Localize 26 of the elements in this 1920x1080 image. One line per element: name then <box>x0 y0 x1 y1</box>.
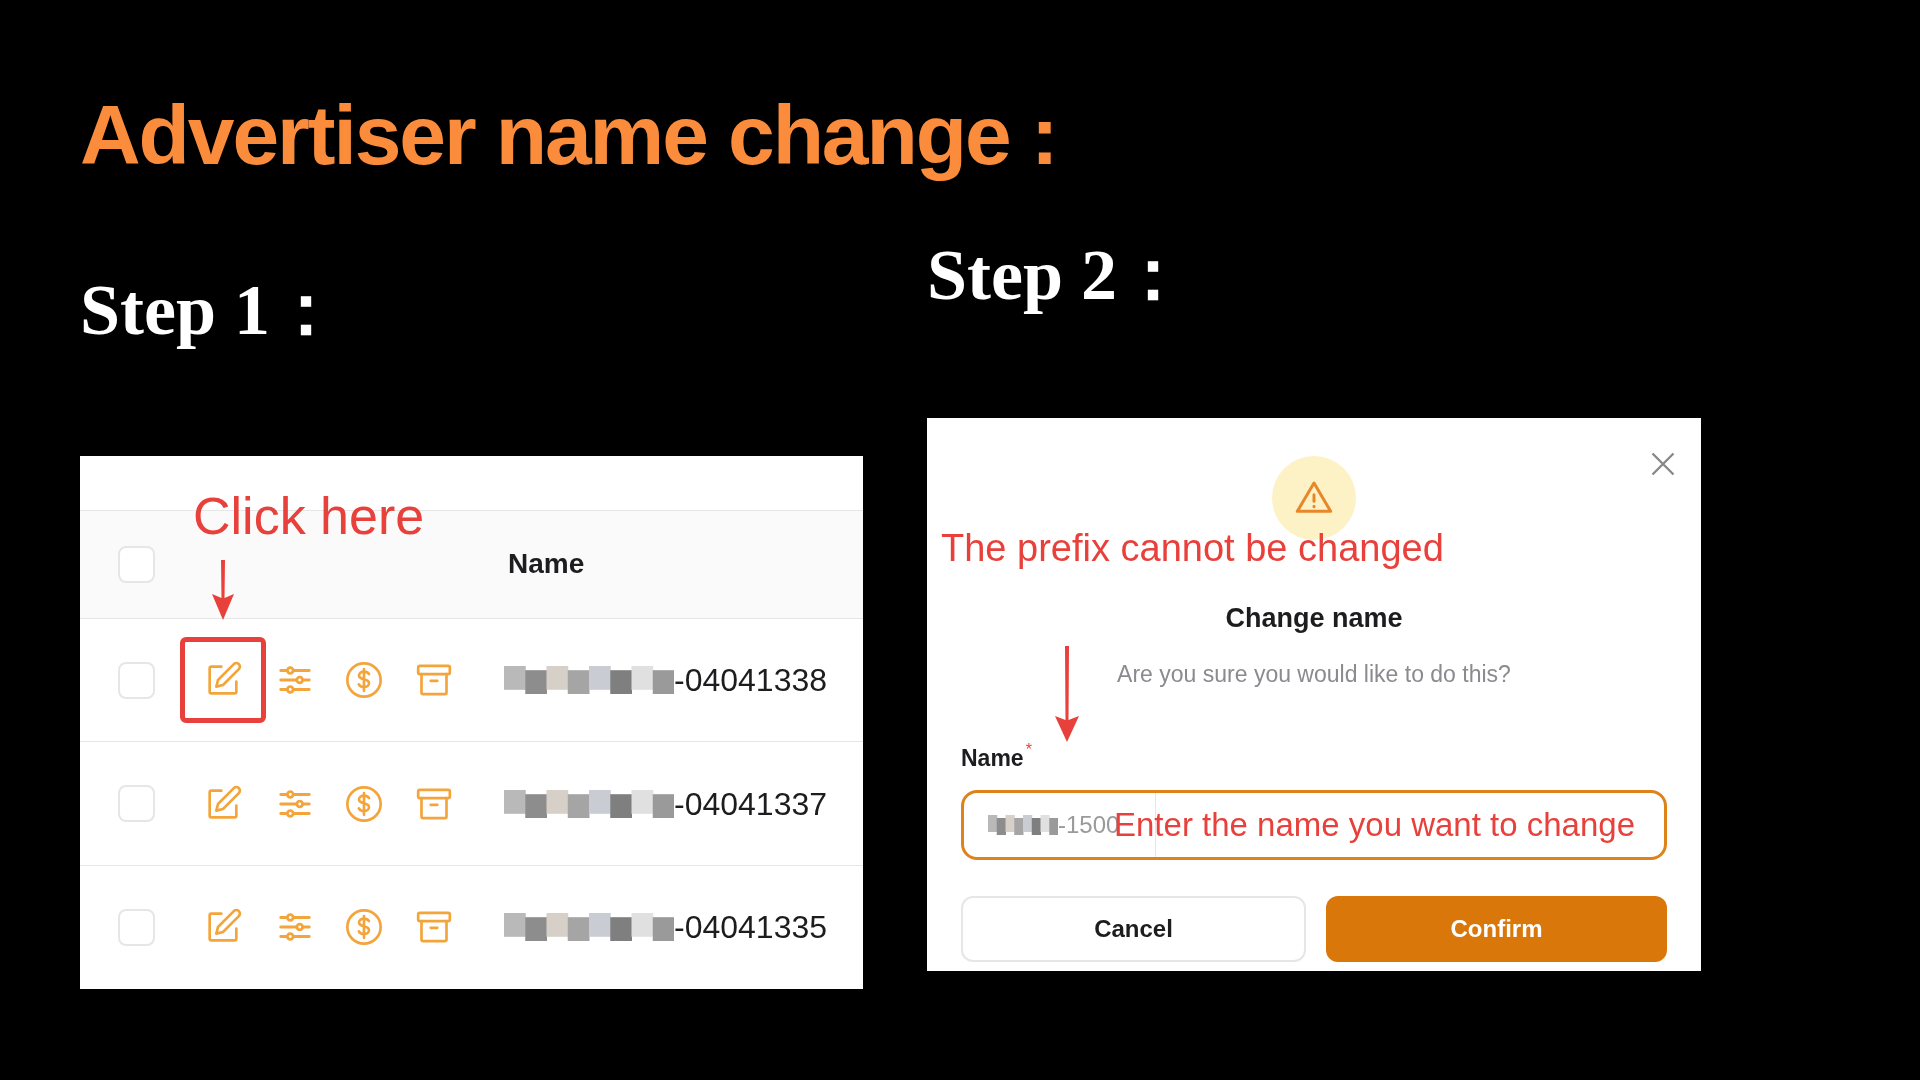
column-header: Name <box>508 547 585 582</box>
advertiser-name: -04041337 <box>674 784 828 824</box>
pixelated-block <box>988 814 1058 835</box>
field-label: Name <box>961 744 1024 773</box>
dollar-icon[interactable] <box>344 783 384 824</box>
close-icon[interactable] <box>1649 450 1677 478</box>
step-heading: Step 2： <box>927 234 1190 317</box>
checkbox[interactable] <box>118 785 155 823</box>
required-mark: * <box>1025 741 1032 759</box>
step-heading: Step 1： <box>80 269 343 352</box>
dollar-icon[interactable] <box>344 907 384 948</box>
advertiser-name: -04041335 <box>674 908 828 948</box>
dollar-icon[interactable] <box>344 660 384 701</box>
checkbox[interactable] <box>118 661 155 699</box>
annotation-arrow <box>210 560 236 620</box>
slide-title: Advertiser name change : <box>80 87 1057 184</box>
checkbox[interactable] <box>118 908 155 946</box>
annotation-text: Click here <box>193 486 425 547</box>
cancel-button[interactable]: Cancel <box>961 895 1306 962</box>
dialog-message: Are you sure you would like to do this? <box>1117 659 1511 689</box>
annotation-text: The prefix cannot be changed <box>941 526 1444 571</box>
advertiser-name: -04041338 <box>674 661 828 701</box>
confirm-button[interactable]: Confirm <box>1326 895 1667 962</box>
edit-button[interactable] <box>180 637 266 724</box>
checkbox[interactable] <box>118 545 155 583</box>
dialog-title: Change name <box>1225 602 1403 635</box>
